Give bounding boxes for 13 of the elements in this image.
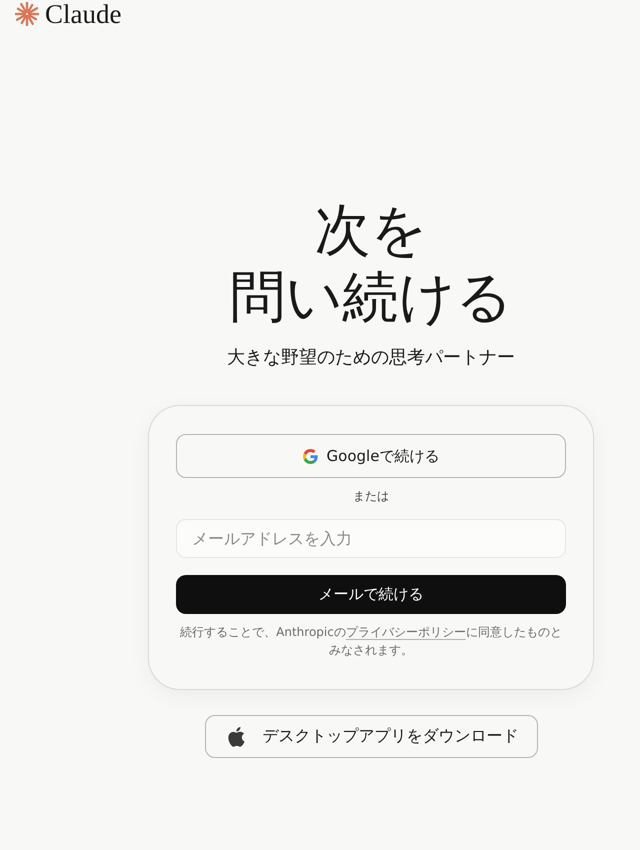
- download-desktop-app-button[interactable]: デスクトップアプリをダウンロード: [204, 715, 538, 758]
- or-divider-text: または: [352, 488, 390, 504]
- email-field[interactable]: メールアドレスを入力: [176, 519, 566, 558]
- google-sign-in-button[interactable]: Googleで続ける: [176, 434, 566, 478]
- google-g-icon: [302, 448, 318, 464]
- apple-icon: [228, 726, 244, 746]
- privacy-policy-link[interactable]: プライバシーポリシー: [346, 625, 466, 639]
- starburst-icon: [15, 2, 39, 26]
- terms-text: 続行することで、Anthropicのプライバシーポリシーに同意したものとみなされます。: [179, 624, 563, 659]
- email-continue-button[interactable]: メールで続ける: [176, 575, 566, 614]
- logo-text: Claude: [45, 0, 122, 28]
- headline: 次を 問い続ける: [230, 197, 512, 331]
- subtitle: 大きな野望のための思考パートナー: [227, 346, 515, 370]
